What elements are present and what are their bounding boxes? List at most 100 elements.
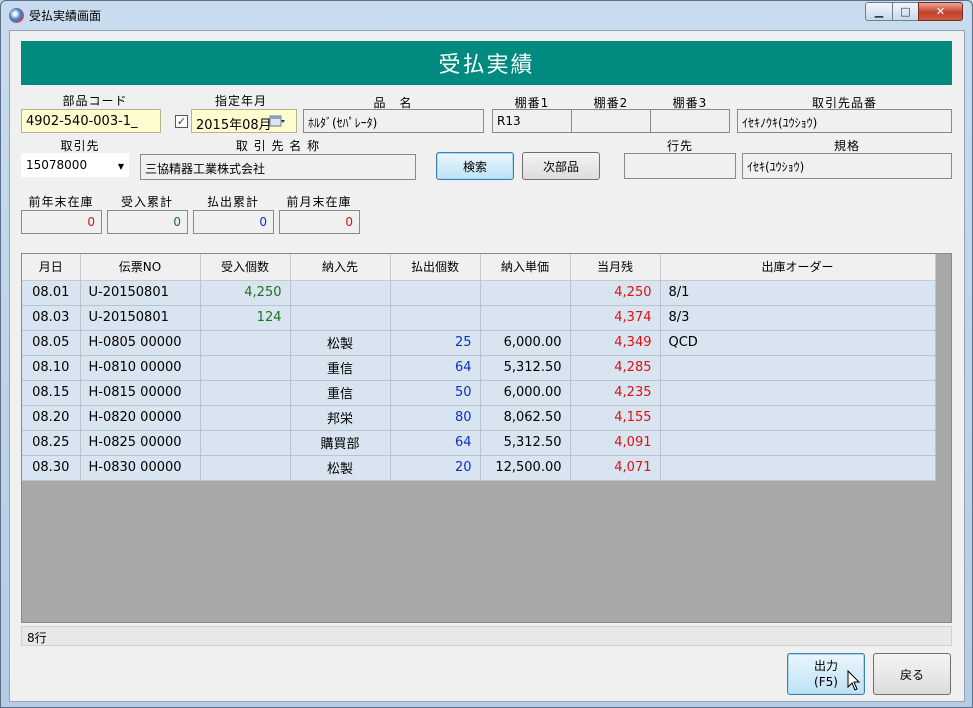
cell-unit-price[interactable]: 5,312.50 bbox=[480, 430, 571, 456]
cell-unit-price[interactable]: 6,000.00 bbox=[480, 330, 571, 356]
part-code-input[interactable]: 4902-540-003-1_ bbox=[21, 109, 161, 133]
cell-received-qty[interactable] bbox=[200, 405, 291, 431]
cell-issued-qty[interactable]: 25 bbox=[390, 330, 481, 356]
next-part-button[interactable]: 次部品 bbox=[522, 152, 600, 180]
cell-slip-no[interactable]: H-0820 00000 bbox=[80, 405, 201, 431]
part-code-label: 部品コード bbox=[62, 94, 128, 108]
col-header-received-qty[interactable]: 受入個数 bbox=[200, 254, 291, 281]
cell-date[interactable]: 08.05 bbox=[22, 330, 81, 356]
calendar-icon[interactable] bbox=[269, 114, 285, 128]
cell-slip-no[interactable]: U-20150801 bbox=[80, 305, 201, 331]
cell-unit-price[interactable]: 12,500.00 bbox=[480, 455, 571, 481]
cell-month-balance[interactable]: 4,285 bbox=[570, 355, 661, 381]
cell-month-balance[interactable]: 4,071 bbox=[570, 455, 661, 481]
cell-delivery-to[interactable]: 購買部 bbox=[290, 430, 391, 456]
year-month-checkbox[interactable]: ✓ bbox=[175, 115, 188, 128]
col-header-month-balance[interactable]: 当月残 bbox=[570, 254, 661, 281]
cell-date[interactable]: 08.10 bbox=[22, 355, 81, 381]
cell-received-qty[interactable]: 124 bbox=[200, 305, 291, 331]
maximize-button[interactable]: □ bbox=[892, 2, 919, 21]
cell-month-balance[interactable]: 4,349 bbox=[570, 330, 661, 356]
cell-issued-qty[interactable]: 50 bbox=[390, 380, 481, 406]
cell-month-balance[interactable]: 4,235 bbox=[570, 380, 661, 406]
cell-received-qty[interactable] bbox=[200, 355, 291, 381]
cell-date[interactable]: 08.03 bbox=[22, 305, 81, 331]
cell-delivery-to[interactable] bbox=[290, 305, 391, 331]
cell-slip-no[interactable]: H-0815 00000 bbox=[80, 380, 201, 406]
col-header-date[interactable]: 月日 bbox=[22, 254, 81, 281]
table-row[interactable]: 08.01 U-20150801 4,250 4,250 8/1 bbox=[22, 280, 936, 306]
close-button[interactable]: ✕ bbox=[918, 2, 963, 21]
prev-year-end-stock-field: 0 bbox=[21, 210, 102, 234]
chevron-down-icon[interactable]: ▼ bbox=[118, 162, 124, 171]
table-row[interactable]: 08.30 H-0830 00000 松製 20 12,500.00 4,071 bbox=[22, 455, 936, 481]
cell-delivery-to[interactable]: 邦栄 bbox=[290, 405, 391, 431]
cell-delivery-to[interactable] bbox=[290, 280, 391, 306]
col-header-issue-order[interactable]: 出庫オーダー bbox=[660, 254, 936, 281]
table-row[interactable]: 08.15 H-0815 00000 重信 50 6,000.00 4,235 bbox=[22, 380, 936, 406]
cell-issued-qty[interactable]: 64 bbox=[390, 430, 481, 456]
table-row[interactable]: 08.05 H-0805 00000 松製 25 6,000.00 4,349 QCD bbox=[22, 330, 936, 356]
cell-received-qty[interactable] bbox=[200, 380, 291, 406]
cell-received-qty[interactable]: 4,250 bbox=[200, 280, 291, 306]
cell-unit-price[interactable] bbox=[480, 280, 571, 306]
cell-received-qty[interactable] bbox=[200, 430, 291, 456]
col-header-delivery-to[interactable]: 納入先 bbox=[290, 254, 391, 281]
search-button[interactable]: 検索 bbox=[436, 152, 514, 180]
back-button[interactable]: 戻る bbox=[873, 653, 951, 695]
table-row[interactable]: 08.20 H-0820 00000 邦栄 80 8,062.50 4,155 bbox=[22, 405, 936, 431]
cell-issue-order[interactable] bbox=[660, 355, 936, 381]
cell-slip-no[interactable]: H-0830 00000 bbox=[80, 455, 201, 481]
destination-label: 行先 bbox=[666, 139, 693, 153]
cell-month-balance[interactable]: 4,374 bbox=[570, 305, 661, 331]
cell-unit-price[interactable]: 5,312.50 bbox=[480, 355, 571, 381]
table-row[interactable]: 08.03 U-20150801 124 4,374 8/3 bbox=[22, 305, 936, 331]
cell-slip-no[interactable]: H-0805 00000 bbox=[80, 330, 201, 356]
cell-date[interactable]: 08.01 bbox=[22, 280, 81, 306]
table-row[interactable]: 08.25 H-0825 00000 購買部 64 5,312.50 4,091 bbox=[22, 430, 936, 456]
cell-issue-order[interactable]: 8/3 bbox=[660, 305, 936, 331]
cell-unit-price[interactable] bbox=[480, 305, 571, 331]
received-total-field: 0 bbox=[107, 210, 188, 234]
cell-unit-price[interactable]: 6,000.00 bbox=[480, 380, 571, 406]
cell-issued-qty[interactable]: 20 bbox=[390, 455, 481, 481]
cell-month-balance[interactable]: 4,250 bbox=[570, 280, 661, 306]
cell-slip-no[interactable]: U-20150801 bbox=[80, 280, 201, 306]
transactions-grid[interactable]: 月日 伝票NO 受入個数 納入先 払出個数 納入単価 当月残 出庫オーダー 08… bbox=[21, 253, 952, 623]
cell-issue-order[interactable] bbox=[660, 430, 936, 456]
cell-month-balance[interactable]: 4,155 bbox=[570, 405, 661, 431]
cell-delivery-to[interactable]: 重信 bbox=[290, 355, 391, 381]
cell-delivery-to[interactable]: 松製 bbox=[290, 455, 391, 481]
cell-delivery-to[interactable]: 重信 bbox=[290, 380, 391, 406]
col-header-slip-no[interactable]: 伝票NO bbox=[80, 254, 201, 281]
cell-delivery-to[interactable]: 松製 bbox=[290, 330, 391, 356]
cell-date[interactable]: 08.25 bbox=[22, 430, 81, 456]
minimize-button[interactable]: ▁ bbox=[865, 2, 893, 21]
cell-issue-order[interactable]: 8/1 bbox=[660, 280, 936, 306]
cell-received-qty[interactable] bbox=[200, 455, 291, 481]
cell-unit-price[interactable]: 8,062.50 bbox=[480, 405, 571, 431]
cell-date[interactable]: 08.15 bbox=[22, 380, 81, 406]
cell-date[interactable]: 08.30 bbox=[22, 455, 81, 481]
cell-issued-qty[interactable]: 80 bbox=[390, 405, 481, 431]
cell-issued-qty[interactable] bbox=[390, 305, 481, 331]
supplier-combobox[interactable]: 15078000 ▼ bbox=[21, 153, 129, 177]
cell-slip-no[interactable]: H-0810 00000 bbox=[80, 355, 201, 381]
col-header-issued-qty[interactable]: 払出個数 bbox=[390, 254, 481, 281]
cell-issue-order[interactable] bbox=[660, 455, 936, 481]
cell-received-qty[interactable] bbox=[200, 330, 291, 356]
table-row[interactable]: 08.10 H-0810 00000 重信 64 5,312.50 4,285 bbox=[22, 355, 936, 381]
cell-issued-qty[interactable] bbox=[390, 280, 481, 306]
client-area: 受払実績 部品コード 指定年月 品 名 棚番1 棚番2 棚番3 取引先品番 49… bbox=[9, 30, 965, 702]
cell-issue-order[interactable] bbox=[660, 405, 936, 431]
col-header-unit-price[interactable]: 納入単価 bbox=[480, 254, 571, 281]
title-bar[interactable]: 受払実績画面 ▁ □ ✕ bbox=[1, 1, 972, 29]
cell-issued-qty[interactable]: 64 bbox=[390, 355, 481, 381]
cell-month-balance[interactable]: 4,091 bbox=[570, 430, 661, 456]
cell-issue-order[interactable]: QCD bbox=[660, 330, 936, 356]
spec-field: ｲｾｷ(ﾕｳｼｮｳ) bbox=[742, 153, 952, 179]
supplier-value: 15078000 bbox=[26, 158, 88, 172]
cell-slip-no[interactable]: H-0825 00000 bbox=[80, 430, 201, 456]
cell-date[interactable]: 08.20 bbox=[22, 405, 81, 431]
cell-issue-order[interactable] bbox=[660, 380, 936, 406]
